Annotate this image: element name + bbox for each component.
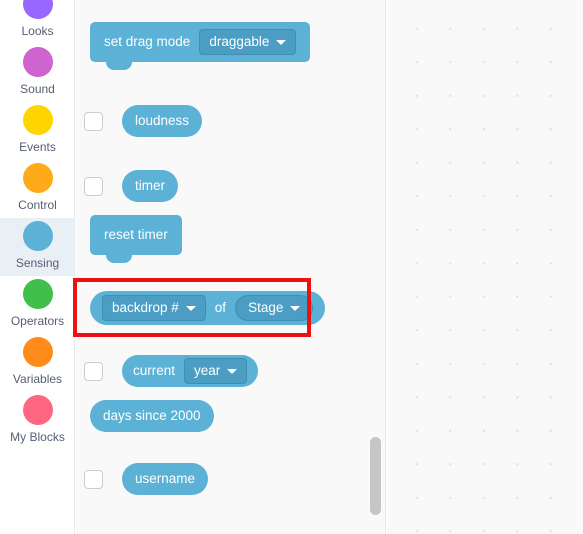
- sensing-category-icon: [22, 221, 53, 251]
- timer-monitor-checkbox[interactable]: [84, 176, 103, 196]
- block-backdrop-of-stage[interactable]: backdrop # of Stage: [90, 291, 326, 325]
- sidebar-item-label: Looks: [21, 24, 54, 38]
- block-reset-timer[interactable]: reset timer: [90, 210, 182, 263]
- sidebar-item-sound[interactable]: Sound: [0, 44, 74, 102]
- palette-row: days since 2000: [90, 400, 214, 432]
- script-workspace[interactable]: [387, 0, 583, 534]
- block-current-year[interactable]: current year: [122, 355, 259, 387]
- palette-scrollbar[interactable]: [370, 0, 381, 534]
- variables-category-icon: [22, 337, 53, 367]
- sidebar-item-label: Control: [18, 198, 57, 212]
- sidebar-item-label: My Blocks: [10, 430, 65, 444]
- sidebar-item-label: Events: [19, 140, 56, 154]
- chevron-down-icon: [227, 368, 238, 374]
- block-username[interactable]: username: [122, 463, 209, 495]
- drag-mode-dropdown[interactable]: draggable: [199, 29, 297, 55]
- looks-category-icon: [22, 0, 53, 19]
- sidebar-item-sensing[interactable]: Sensing: [0, 218, 74, 276]
- events-category-icon: [22, 105, 53, 135]
- palette-row: backdrop # of Stage: [90, 291, 326, 325]
- sidebar-item-looks[interactable]: Looks: [0, 0, 74, 44]
- sidebar-item-events[interactable]: Events: [0, 102, 74, 160]
- current-monitor-checkbox[interactable]: [84, 361, 103, 381]
- sound-category-icon: [22, 47, 53, 77]
- block-label: set drag mode: [104, 34, 191, 50]
- palette-row: username: [84, 463, 209, 495]
- backdrop-property-dropdown[interactable]: backdrop #: [102, 295, 206, 321]
- chevron-down-icon: [276, 39, 287, 45]
- palette-scrollbar-thumb[interactable]: [370, 437, 381, 515]
- block-label: days since 2000: [103, 408, 201, 424]
- sidebar-item-label: Operators: [10, 314, 65, 328]
- block-palette[interactable]: set drag mode draggable loudness timer r…: [76, 0, 386, 534]
- palette-row: timer: [84, 170, 178, 202]
- sidebar-item-operators[interactable]: Operators: [0, 276, 74, 334]
- backdrop-target-dropdown[interactable]: Stage: [235, 295, 314, 321]
- block-label: loudness: [135, 113, 190, 129]
- block-set-drag-mode[interactable]: set drag mode draggable: [90, 17, 311, 70]
- dropdown-value: draggable: [209, 34, 270, 50]
- chevron-down-icon: [290, 305, 301, 311]
- block-label: username: [135, 471, 196, 487]
- sidebar-item-label: Sound: [20, 82, 55, 96]
- username-monitor-checkbox[interactable]: [84, 469, 103, 489]
- block-of-label: of: [214, 300, 227, 316]
- block-label: current: [133, 363, 176, 379]
- current-unit-dropdown[interactable]: year: [184, 358, 248, 384]
- chevron-down-icon: [185, 305, 196, 311]
- control-category-icon: [22, 163, 53, 193]
- sidebar-item-control[interactable]: Control: [0, 160, 74, 218]
- my-blocks-category-icon: [22, 395, 53, 425]
- category-sidebar: Looks Sound Events Control Sensing Opera…: [0, 0, 75, 534]
- sidebar-item-my-blocks[interactable]: My Blocks: [0, 392, 74, 450]
- sidebar-item-label: Variables: [12, 372, 63, 386]
- block-timer[interactable]: timer: [122, 170, 178, 202]
- dropdown-value: Stage: [248, 300, 284, 316]
- block-label: reset timer: [104, 227, 168, 243]
- sidebar-item-variables[interactable]: Variables: [0, 334, 74, 392]
- sidebar-item-label: Sensing: [15, 256, 60, 270]
- block-loudness[interactable]: loudness: [122, 105, 203, 137]
- block-days-since-2000[interactable]: days since 2000: [90, 400, 214, 432]
- scratch-editor: Looks Sound Events Control Sensing Opera…: [0, 0, 583, 534]
- palette-row: loudness: [84, 105, 203, 137]
- block-label: timer: [135, 178, 165, 194]
- operators-category-icon: [22, 279, 53, 309]
- dropdown-value: year: [194, 363, 221, 379]
- dropdown-value: backdrop #: [112, 300, 179, 316]
- palette-row: reset timer: [90, 210, 182, 263]
- loudness-monitor-checkbox[interactable]: [84, 111, 103, 131]
- palette-row: current year: [84, 355, 259, 387]
- palette-row: set drag mode draggable: [90, 17, 311, 70]
